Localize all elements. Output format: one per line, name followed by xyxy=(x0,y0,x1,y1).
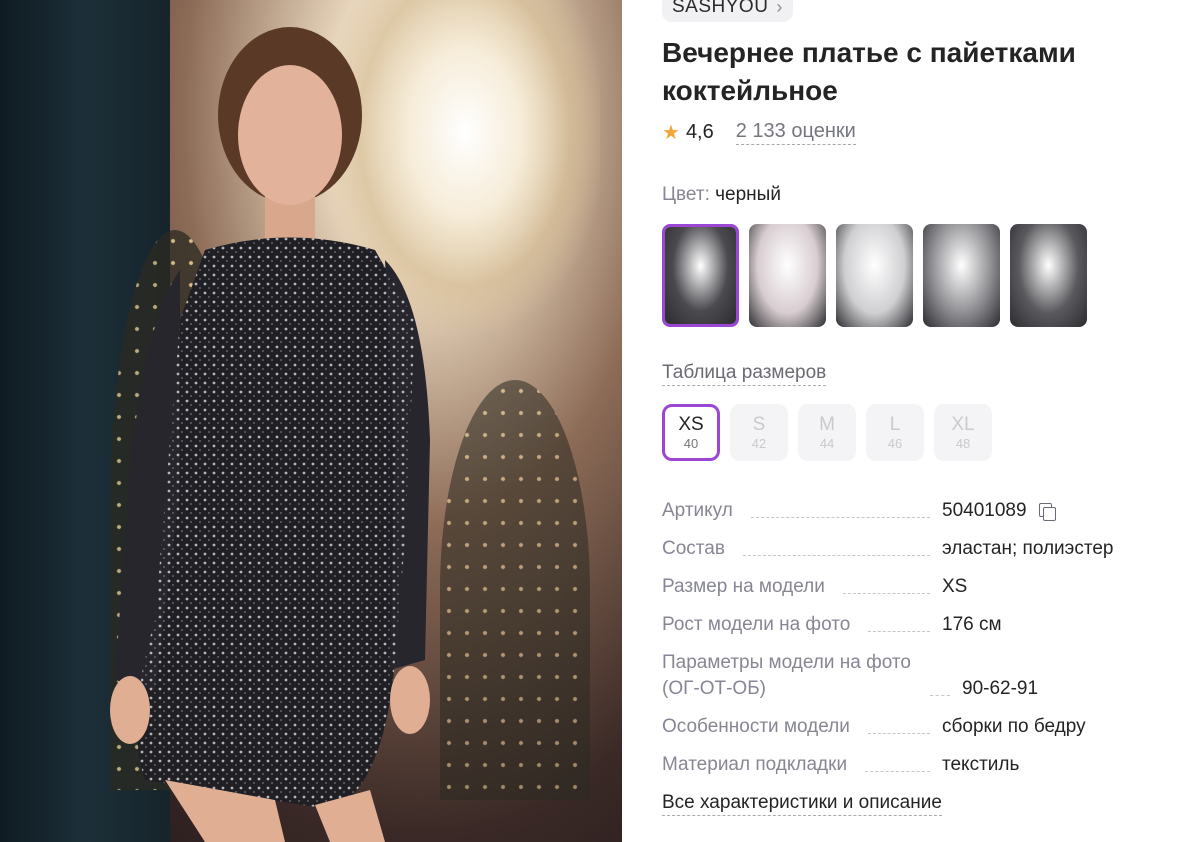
size-chart-link[interactable]: Таблица размеров xyxy=(662,362,827,386)
size-number: 46 xyxy=(887,435,903,451)
spec-row: Особенности модели сборки по бедру xyxy=(662,714,1132,740)
size-label: XS xyxy=(678,413,704,435)
brand-link[interactable]: SASHYOU › xyxy=(662,0,793,22)
rating-row: ★ 4,6 2 133 оценки xyxy=(662,120,856,145)
size-number: 40 xyxy=(683,435,699,451)
size-label: XL xyxy=(951,413,975,435)
color-swatches xyxy=(662,224,1087,327)
spec-value: XS xyxy=(942,576,968,597)
color-swatch[interactable] xyxy=(662,224,739,327)
chevron-right-icon: › xyxy=(776,0,783,17)
spec-key: Состав xyxy=(662,538,725,559)
color-swatch[interactable] xyxy=(836,224,913,327)
reviews-link[interactable]: 2 133 оценки xyxy=(735,120,856,145)
spec-row: Артикул 50401089 xyxy=(662,498,1132,524)
spec-dots xyxy=(868,631,930,632)
star-icon: ★ xyxy=(662,121,680,144)
all-specs-link[interactable]: Все характеристики и описание xyxy=(662,792,942,816)
color-line: Цвет: черный xyxy=(662,184,781,206)
spec-value: сборки по бедру xyxy=(942,716,1086,737)
spec-key: Параметры модели на фото (ОГ-ОТ-ОБ) xyxy=(662,652,911,699)
spec-row: Материал подкладки текстиль xyxy=(662,752,1132,778)
color-label: Цвет: xyxy=(662,184,710,205)
spec-key: Материал подкладки xyxy=(662,754,848,775)
size-option[interactable]: L 46 xyxy=(866,404,924,461)
article-number: 50401089 xyxy=(942,500,1027,521)
size-option[interactable]: M 44 xyxy=(798,404,856,461)
size-option[interactable]: XS 40 xyxy=(662,404,720,461)
spec-row: Состав эластан; полиэстер xyxy=(662,536,1132,562)
spec-key: Размер на модели xyxy=(662,576,825,597)
spec-row: Размер на модели XS xyxy=(662,574,1132,600)
spec-row: Рост модели на фото 176 см xyxy=(662,612,1132,638)
spec-key: Артикул xyxy=(662,500,733,521)
spec-value: 176 см xyxy=(942,614,1002,635)
size-number: 42 xyxy=(751,435,767,451)
spec-value: 50401089 xyxy=(942,498,1132,524)
product-photo[interactable] xyxy=(0,0,622,842)
color-swatch[interactable] xyxy=(923,224,1000,327)
size-option[interactable]: S 42 xyxy=(730,404,788,461)
spec-dots xyxy=(842,593,930,594)
size-label: S xyxy=(752,413,766,435)
size-label: L xyxy=(889,413,901,435)
color-swatch[interactable] xyxy=(1010,224,1087,327)
product-title: Вечернее платье с пайетками коктейльное xyxy=(662,37,1076,106)
spec-value: текстиль xyxy=(942,754,1020,775)
rating-value: 4,6 xyxy=(685,121,714,143)
copy-icon[interactable] xyxy=(1038,503,1056,521)
spec-dots xyxy=(930,695,950,696)
spec-value: эластан; полиэстер xyxy=(942,538,1114,559)
size-option[interactable]: XL 48 xyxy=(934,404,992,461)
size-label: M xyxy=(819,413,835,435)
color-swatch[interactable] xyxy=(749,224,826,327)
spec-value: 90-62-91 xyxy=(962,678,1039,699)
size-number: 44 xyxy=(819,435,835,451)
spec-dots xyxy=(750,517,930,518)
model-figure xyxy=(85,20,475,842)
color-value: черный xyxy=(715,184,781,205)
size-selector: XS 40 S 42 M 44 L 46 XL 48 xyxy=(662,404,992,461)
specs-list: Артикул 50401089 Состав эластан; полиэст… xyxy=(662,498,1132,790)
spec-key: Особенности модели xyxy=(662,716,850,737)
spec-dots xyxy=(865,771,930,772)
spec-key: Рост модели на фото xyxy=(662,614,851,635)
spec-row: Параметры модели на фото (ОГ-ОТ-ОБ) 90-6… xyxy=(662,650,1132,702)
size-number: 48 xyxy=(955,435,971,451)
spec-dots xyxy=(742,555,930,556)
brand-name: SASHYOU xyxy=(672,0,769,17)
spec-dots xyxy=(867,733,930,734)
